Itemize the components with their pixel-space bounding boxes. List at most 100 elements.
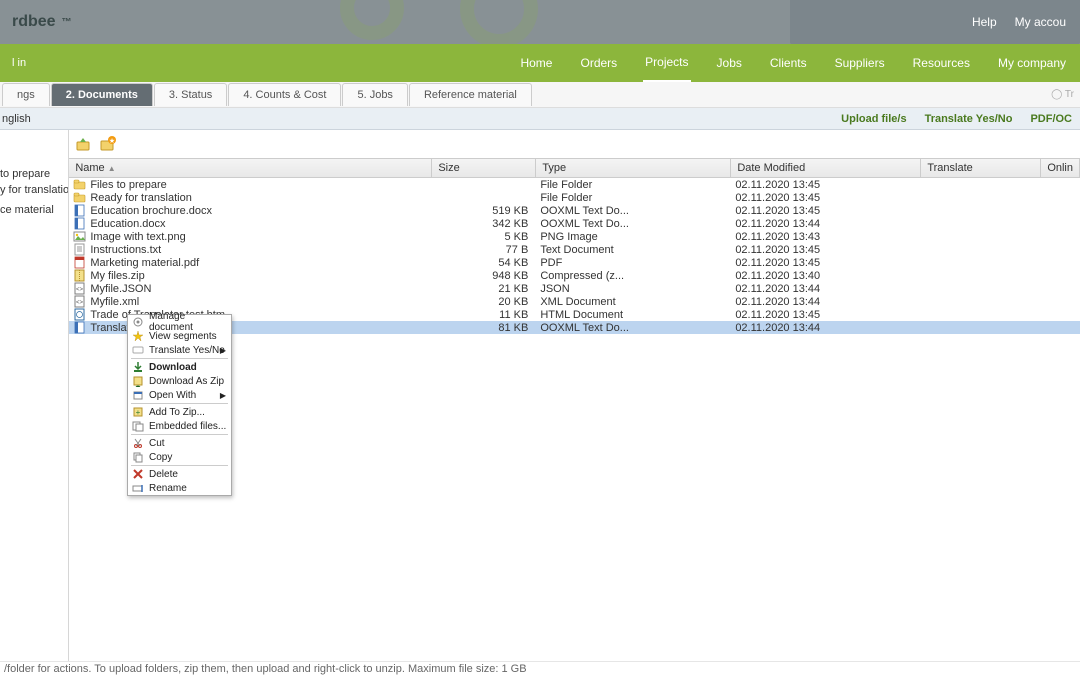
file-row[interactable]: Instructions.txt77 BText Document02.11.2… [69, 243, 1080, 256]
menu-icon [132, 468, 144, 480]
file-name: Education.docx [90, 218, 165, 230]
ctx-label: Add To Zip... [149, 407, 205, 418]
menu-icon [132, 344, 144, 356]
txt-icon [73, 243, 86, 256]
tab-1[interactable]: 2. Documents [51, 83, 153, 106]
file-row[interactable]: Education brochure.docx519 KBOOXML Text … [69, 204, 1080, 217]
tabsbar-trailing: ◯ Tr [1051, 89, 1074, 100]
tab-3[interactable]: 4. Counts & Cost [228, 83, 341, 106]
nav-projects[interactable]: Projects [643, 44, 690, 82]
file-size: 948 KB [432, 270, 536, 282]
file-type: Text Document [536, 244, 731, 256]
file-row[interactable]: Marketing material.pdf54 KBPDF02.11.2020… [69, 256, 1080, 269]
ctx-view-segments[interactable]: View segments [128, 329, 231, 343]
ctx-cut[interactable]: Cut [128, 436, 231, 450]
nav-resources[interactable]: Resources [911, 44, 972, 82]
json-icon: <> [73, 282, 86, 295]
file-row[interactable]: Files to prepareFile Folder02.11.2020 13… [69, 178, 1080, 191]
menu-icon [132, 389, 144, 401]
tab-2[interactable]: 3. Status [154, 83, 227, 106]
ctx-delete[interactable]: Delete [128, 467, 231, 481]
folder-icon [73, 178, 86, 191]
file-row[interactable]: Image with text.png5 KBPNG Image02.11.20… [69, 230, 1080, 243]
navbar: l in Home Orders Projects Jobs Clients Suppli… [0, 44, 1080, 82]
nav-left-text: l in [12, 57, 26, 69]
sidebar-item[interactable]: ce material [0, 202, 64, 218]
docx-icon [73, 204, 86, 217]
file-name: Ready for translation [90, 192, 192, 204]
col-type[interactable]: Type [536, 159, 731, 177]
file-size: 20 KB [432, 296, 536, 308]
nav-home[interactable]: Home [518, 44, 554, 82]
file-row[interactable]: Ready for translation File Folder02.11.20… [69, 191, 1080, 204]
sidebar-item[interactable]: to prepare [0, 166, 64, 182]
col-size[interactable]: Size [432, 159, 536, 177]
ctx-translate-yes-no[interactable]: Translate Yes/No▶ [128, 343, 231, 357]
ctx-rename[interactable]: Rename [128, 481, 231, 495]
ctx-download[interactable]: Download [128, 360, 231, 374]
file-row[interactable]: My files.zip948 KBCompressed (z...02.11.… [69, 269, 1080, 282]
file-size: 519 KB [432, 205, 536, 217]
ctx-label: Translate Yes/No [149, 345, 225, 356]
tab-4[interactable]: 5. Jobs [342, 83, 407, 106]
action-pdf-oc[interactable]: PDF/OC [1030, 113, 1072, 125]
file-name: Image with text.png [90, 231, 185, 243]
file-date: 02.11.2020 13:43 [731, 231, 921, 243]
nav-suppliers[interactable]: Suppliers [833, 44, 887, 82]
ctx-add-to-zip-[interactable]: + Add To Zip... [128, 405, 231, 419]
file-date: 02.11.2020 13:45 [731, 192, 921, 204]
file-size: 77 B [432, 244, 536, 256]
context-menu: Manage documentView segmentsTranslate Ye… [127, 314, 232, 496]
ctx-download-as-zip[interactable]: Download As Zip [128, 374, 231, 388]
html-icon [73, 308, 86, 321]
nav-clients[interactable]: Clients [768, 44, 809, 82]
tab-5[interactable]: Reference material [409, 83, 532, 106]
file-type: JSON [536, 283, 731, 295]
file-type: Compressed (z... [536, 270, 731, 282]
file-date: 02.11.2020 13:45 [731, 309, 921, 321]
ctx-label: Cut [149, 438, 165, 449]
menu-icon [132, 361, 144, 373]
file-type: File Folder [536, 192, 731, 204]
tab-0[interactable]: ngs [2, 83, 50, 106]
up-folder-icon[interactable] [75, 135, 93, 153]
nav-orders[interactable]: Orders [578, 44, 619, 82]
file-type: PDF [536, 257, 731, 269]
file-type: OOXML Text Do... [536, 218, 731, 230]
ctx-label: Copy [149, 452, 172, 463]
nav-my-company[interactable]: My company [996, 44, 1068, 82]
xml-icon: <> [73, 295, 86, 308]
ctx-label: Rename [149, 483, 187, 494]
new-folder-icon[interactable]: ★ [99, 135, 117, 153]
footer-hint: /folder for actions. To upload folders, … [0, 661, 1080, 675]
action-translate-yes-no[interactable]: Translate Yes/No [925, 113, 1013, 125]
menu-icon [132, 330, 144, 342]
ctx-manage-document[interactable]: Manage document [128, 315, 231, 329]
help-link[interactable]: Help [972, 15, 997, 29]
account-link[interactable]: My accou [1015, 15, 1066, 29]
ctx-copy[interactable]: Copy [128, 450, 231, 464]
ctx-embedded-files-[interactable]: Embedded files... [128, 419, 231, 433]
file-row[interactable]: <>Myfile.xml20 KBXML Document02.11.2020 … [69, 295, 1080, 308]
separator [131, 358, 228, 359]
col-date[interactable]: Date Modified [731, 159, 921, 177]
file-row[interactable]: Education.docx342 KBOOXML Text Do...02.1… [69, 217, 1080, 230]
grid-header: Name ▲ Size Type Date Modified Translate… [69, 158, 1080, 178]
col-online[interactable]: Onlin [1041, 159, 1080, 177]
file-size: 342 KB [432, 218, 536, 230]
action-upload-file-s[interactable]: Upload file/s [841, 113, 906, 125]
file-date: 02.11.2020 13:40 [731, 270, 921, 282]
tabsbar: ngs2. Documents3. Status4. Counts & Cost… [0, 82, 1080, 108]
file-row[interactable]: <>Myfile.JSON21 KBJSON02.11.2020 13:44 [69, 282, 1080, 295]
ctx-label: View segments [149, 331, 217, 342]
sidebar-item[interactable]: y for translation [0, 182, 64, 198]
nav-jobs[interactable]: Jobs [715, 44, 744, 82]
svg-text:+: + [136, 408, 141, 417]
file-size: 54 KB [432, 257, 536, 269]
file-name: Myfile.JSON [90, 283, 151, 295]
file-date: 02.11.2020 13:45 [731, 244, 921, 256]
ctx-open-with[interactable]: Open With▶ [128, 388, 231, 402]
col-translate[interactable]: Translate [921, 159, 1041, 177]
file-date: 02.11.2020 13:45 [731, 179, 921, 191]
menu-icon [132, 451, 144, 463]
